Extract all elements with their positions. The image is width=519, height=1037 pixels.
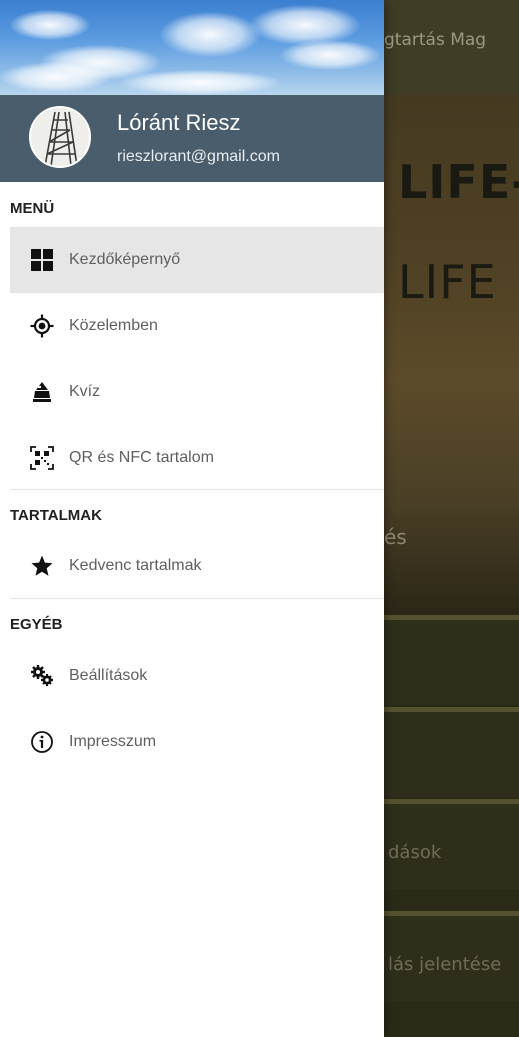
menu-item-label: QR és NFC tartalom xyxy=(69,449,214,466)
menu-item-label: Beállítások xyxy=(69,667,148,684)
menu-item-imprint[interactable]: Impresszum xyxy=(10,709,384,775)
location-target-icon xyxy=(30,314,54,338)
section-divider xyxy=(10,598,384,599)
menu-item-favorites[interactable]: Kedvenc tartalmak xyxy=(10,533,384,599)
header-sky-image xyxy=(0,0,384,95)
section-divider xyxy=(10,489,384,490)
avatar[interactable] xyxy=(29,106,91,168)
section-header-menu: MENÜ xyxy=(10,200,55,217)
menu-item-label: Impresszum xyxy=(69,733,157,750)
section-header-contents: TARTALMAK xyxy=(10,507,102,524)
info-icon xyxy=(30,730,54,754)
menu-item-home[interactable]: Kezdőképernyő xyxy=(10,227,384,293)
menu-item-qr-nfc[interactable]: QR és NFC tartalom xyxy=(10,425,384,491)
navigation-drawer: Lóránt Riesz rieszlorant@gmail.com MENÜ … xyxy=(0,0,384,1037)
star-icon xyxy=(30,554,54,578)
gears-icon xyxy=(30,664,54,688)
qr-code-icon xyxy=(30,446,54,470)
menu-item-label: Kedvenc tartalmak xyxy=(69,557,202,574)
menu-item-label: Közelemben xyxy=(69,317,158,334)
menu-item-quiz[interactable]: Kvíz xyxy=(10,359,384,425)
section-header-other: EGYÉB xyxy=(10,616,63,633)
menu-item-label: Kezdőképernyő xyxy=(69,251,181,268)
menu-item-label: Kvíz xyxy=(69,383,101,400)
grid-icon xyxy=(30,248,54,272)
drawer-header: Lóránt Riesz rieszlorant@gmail.com xyxy=(0,0,384,182)
drawer-scrim[interactable] xyxy=(384,0,519,1037)
user-email: rieszlorant@gmail.com xyxy=(117,148,280,165)
quiz-icon xyxy=(30,380,54,404)
menu-item-nearby[interactable]: Közelemben xyxy=(10,293,384,359)
user-name: Lóránt Riesz xyxy=(117,110,241,135)
menu-item-settings[interactable]: Beállítások xyxy=(10,643,384,709)
